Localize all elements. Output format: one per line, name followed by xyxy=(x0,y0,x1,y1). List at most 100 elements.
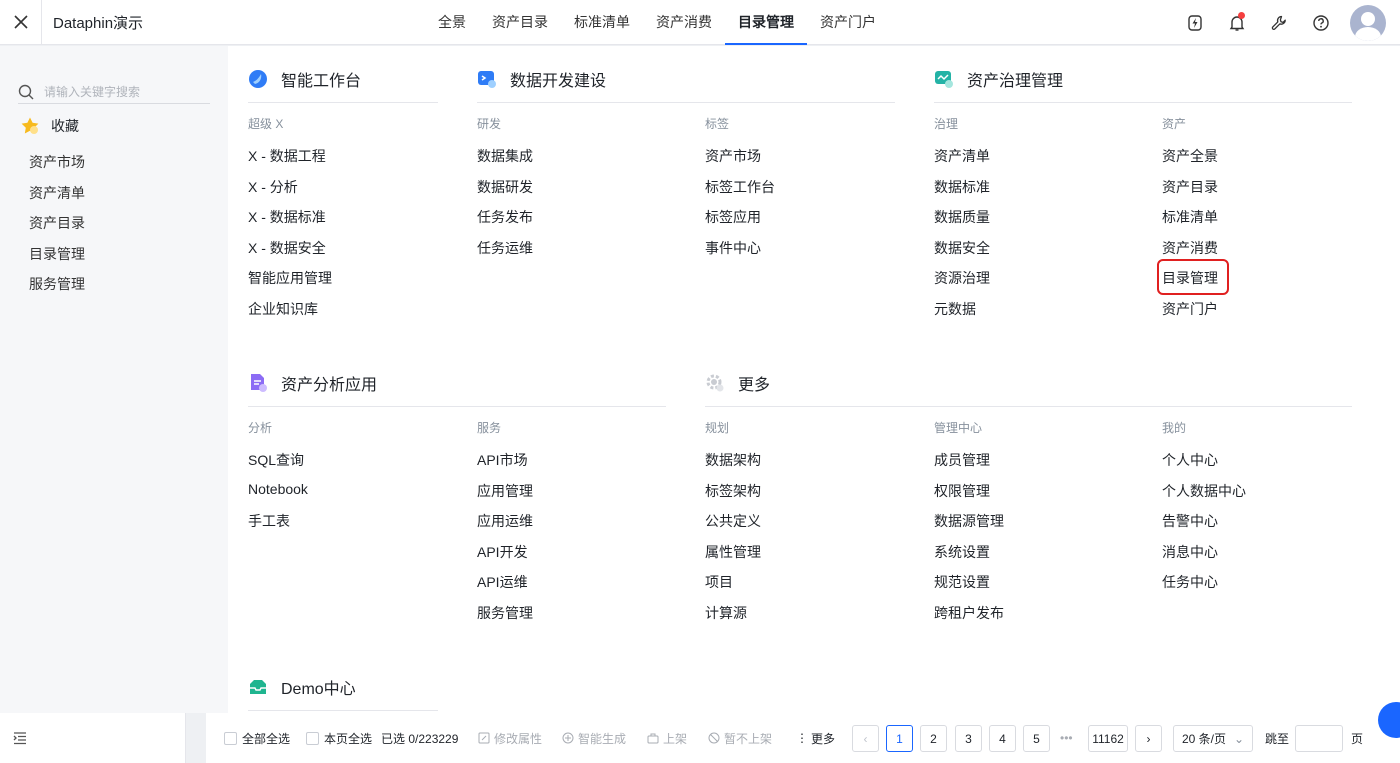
link-permission-management[interactable]: 权限管理 xyxy=(934,481,990,501)
app-title: Dataphin演示 xyxy=(53,14,144,32)
link-member-management[interactable]: 成员管理 xyxy=(934,450,990,470)
link-api-development[interactable]: API开发 xyxy=(477,542,528,562)
favorites-header[interactable]: 收藏 xyxy=(20,116,79,136)
link-asset-list[interactable]: 资产清单 xyxy=(934,146,990,166)
publish-button[interactable]: 上架 xyxy=(647,713,687,763)
tab-overview[interactable]: 全景 xyxy=(425,0,479,45)
link-task-center[interactable]: 任务中心 xyxy=(1162,572,1218,592)
link-task-ops[interactable]: 任务运维 xyxy=(477,238,533,258)
link-metadata[interactable]: 元数据 xyxy=(934,299,976,319)
sidebar-item-asset-list[interactable]: 资产清单 xyxy=(29,183,85,203)
page-button-4[interactable]: 4 xyxy=(989,725,1016,752)
link-project[interactable]: 项目 xyxy=(705,572,733,592)
page-button-3[interactable]: 3 xyxy=(955,725,982,752)
checkbox[interactable] xyxy=(306,731,319,745)
link-resource-governance[interactable]: 资源治理 xyxy=(934,268,990,288)
link-x-data-security[interactable]: X - 数据安全 xyxy=(248,238,326,258)
skip-publish-button[interactable]: 暂不上架 xyxy=(708,713,772,763)
link-message-center[interactable]: 消息中心 xyxy=(1162,542,1218,562)
page-button-5[interactable]: 5 xyxy=(1023,725,1050,752)
sparkle-icon xyxy=(562,732,574,744)
section-demo-center[interactable]: Demo中心 xyxy=(248,675,356,699)
tab-asset-catalog[interactable]: 资产目录 xyxy=(479,0,561,45)
sidebar-toggle[interactable] xyxy=(0,713,186,763)
link-app-ops[interactable]: 应用运维 xyxy=(477,511,533,531)
link-tag-workbench[interactable]: 标签工作台 xyxy=(705,177,775,197)
link-compute-source[interactable]: 计算源 xyxy=(705,603,747,623)
link-app-management[interactable]: 应用管理 xyxy=(477,481,533,501)
sidebar-item-asset-market[interactable]: 资产市场 xyxy=(29,152,85,172)
link-event-center[interactable]: 事件中心 xyxy=(705,238,761,258)
tab-asset-portal[interactable]: 资产门户 xyxy=(807,0,889,45)
link-system-settings[interactable]: 系统设置 xyxy=(934,542,990,562)
help-button[interactable] xyxy=(1300,0,1342,45)
link-standard-list[interactable]: 标准清单 xyxy=(1162,207,1218,227)
link-alert-center[interactable]: 告警中心 xyxy=(1162,511,1218,531)
page-button-last[interactable]: 11162 xyxy=(1088,725,1128,752)
link-asset-market[interactable]: 资产市场 xyxy=(705,146,761,166)
category-services: 服务 xyxy=(477,421,502,435)
tab-standard-list[interactable]: 标准清单 xyxy=(561,0,643,45)
page-ellipsis[interactable]: ••• xyxy=(1060,713,1073,763)
category-governance: 治理 xyxy=(934,117,959,131)
link-notebook[interactable]: Notebook xyxy=(248,481,308,497)
category-assets: 资产 xyxy=(1162,117,1187,131)
link-smart-app-management[interactable]: 智能应用管理 xyxy=(248,268,332,288)
tab-catalog-management[interactable]: 目录管理 xyxy=(725,0,807,45)
link-asset-consumption[interactable]: 资产消费 xyxy=(1162,238,1218,258)
link-datasource-management[interactable]: 数据源管理 xyxy=(934,511,1004,531)
lightning-button[interactable] xyxy=(1174,0,1216,45)
link-attribute-management[interactable]: 属性管理 xyxy=(705,542,761,562)
link-public-definition[interactable]: 公共定义 xyxy=(705,511,761,531)
link-data-quality[interactable]: 数据质量 xyxy=(934,207,990,227)
link-asset-catalog[interactable]: 资产目录 xyxy=(1162,177,1218,197)
select-all-checkbox[interactable]: 全部全选 xyxy=(224,713,290,763)
link-service-management[interactable]: 服务管理 xyxy=(477,603,533,623)
chevron-left-icon: ‹ xyxy=(863,731,868,746)
link-x-data-engineering[interactable]: X - 数据工程 xyxy=(248,146,326,166)
page-size-select[interactable]: 20 条/页 ⌄ xyxy=(1173,725,1253,752)
edit-attributes-button[interactable]: 修改属性 xyxy=(478,713,542,763)
page-button-2[interactable]: 2 xyxy=(920,725,947,752)
close-button[interactable] xyxy=(0,0,42,45)
tab-asset-consumption[interactable]: 资产消费 xyxy=(643,0,725,45)
smart-generate-button[interactable]: 智能生成 xyxy=(562,713,626,763)
link-data-integration[interactable]: 数据集成 xyxy=(477,146,533,166)
chevron-down-icon: ⌄ xyxy=(1233,731,1244,746)
link-api-market[interactable]: API市场 xyxy=(477,450,528,470)
link-asset-overview[interactable]: 资产全景 xyxy=(1162,146,1218,166)
link-personal-center[interactable]: 个人中心 xyxy=(1162,450,1218,470)
avatar[interactable] xyxy=(1350,4,1386,41)
link-enterprise-knowledge-base[interactable]: 企业知识库 xyxy=(248,299,318,319)
select-page-checkbox[interactable]: 本页全选 xyxy=(306,713,372,763)
sidebar-item-service-management[interactable]: 服务管理 xyxy=(29,274,85,294)
link-data-standard[interactable]: 数据标准 xyxy=(934,177,990,197)
link-data-rnd[interactable]: 数据研发 xyxy=(477,177,533,197)
checkbox[interactable] xyxy=(224,731,237,745)
more-actions-button[interactable]: ⋮ 更多 xyxy=(796,713,835,763)
sidebar-item-asset-catalog[interactable]: 资产目录 xyxy=(29,213,85,233)
link-asset-portal[interactable]: 资产门户 xyxy=(1162,299,1218,319)
jump-page-input[interactable] xyxy=(1295,725,1343,752)
link-sql-query[interactable]: SQL查询 xyxy=(248,450,304,470)
link-cross-tenant-publish[interactable]: 跨租户发布 xyxy=(934,603,1004,623)
next-page-button[interactable]: › xyxy=(1135,725,1162,752)
link-x-data-standard[interactable]: X - 数据标准 xyxy=(248,207,326,227)
link-task-publish[interactable]: 任务发布 xyxy=(477,207,533,227)
link-manual-table[interactable]: 手工表 xyxy=(248,511,290,531)
link-data-architecture[interactable]: 数据架构 xyxy=(705,450,761,470)
page-button-1[interactable]: 1 xyxy=(886,725,913,752)
prev-page-button[interactable]: ‹ xyxy=(852,725,879,752)
link-tag-application[interactable]: 标签应用 xyxy=(705,207,761,227)
link-api-ops[interactable]: API运维 xyxy=(477,572,528,592)
search-input[interactable] xyxy=(44,84,204,99)
notification-button[interactable] xyxy=(1216,0,1258,45)
sidebar-item-catalog-management[interactable]: 目录管理 xyxy=(29,244,85,264)
link-spec-settings[interactable]: 规范设置 xyxy=(934,572,990,592)
link-x-analysis[interactable]: X - 分析 xyxy=(248,177,298,197)
smart-workbench-icon xyxy=(249,70,267,88)
link-personal-data-center[interactable]: 个人数据中心 xyxy=(1162,481,1246,501)
link-data-security[interactable]: 数据安全 xyxy=(934,238,990,258)
link-tag-architecture[interactable]: 标签架构 xyxy=(705,481,761,501)
tools-button[interactable] xyxy=(1258,0,1300,45)
